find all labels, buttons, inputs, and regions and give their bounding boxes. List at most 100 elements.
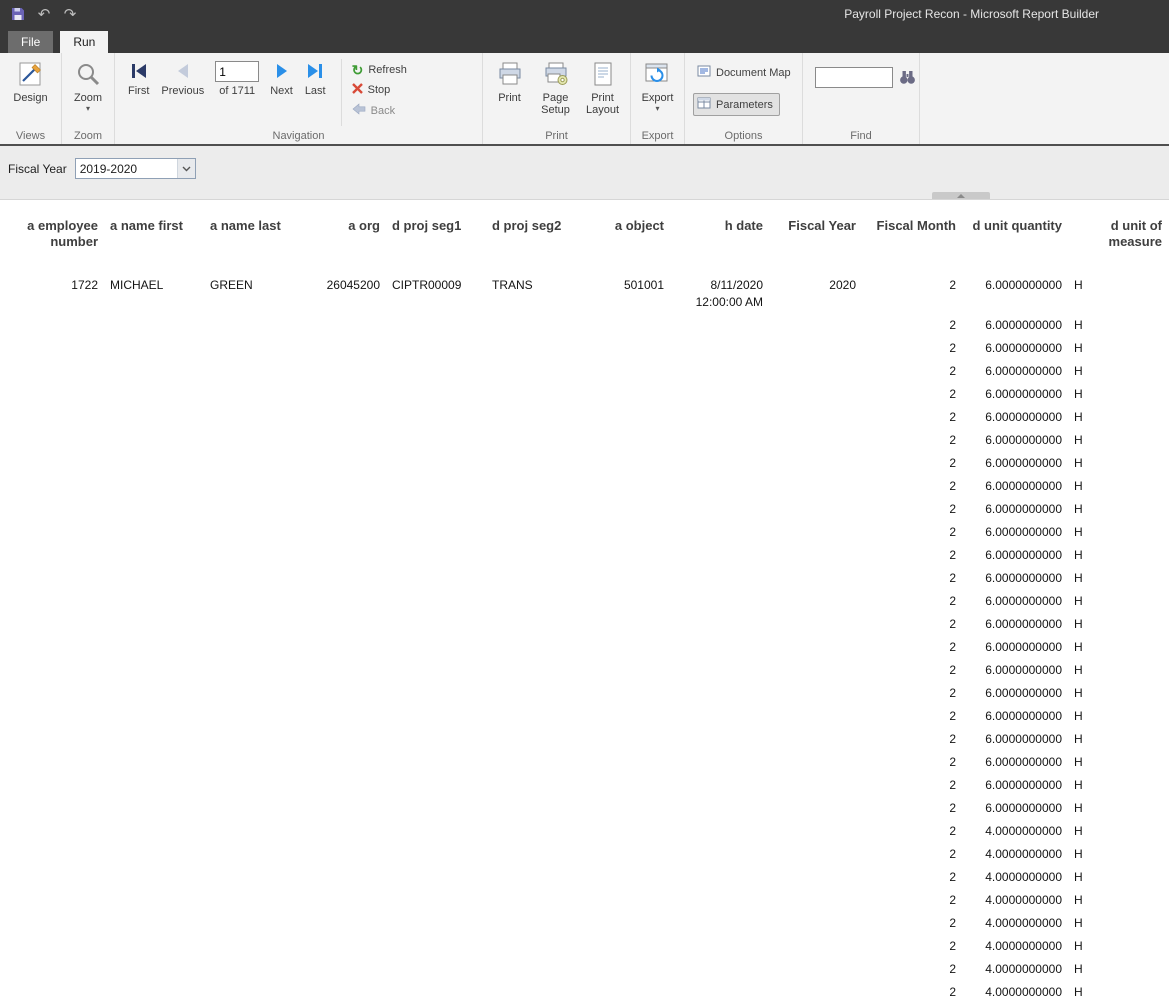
redo-button[interactable]: ↷ (60, 4, 80, 24)
parameters-splitter-collapse[interactable] (932, 192, 990, 199)
table-cell: H (1068, 429, 1168, 452)
ribbon-group-options: Document Map Parameters Options (685, 53, 803, 144)
print-button[interactable]: Print (488, 53, 532, 104)
table-cell (104, 590, 204, 613)
table-cell: H (1068, 912, 1168, 935)
table-cell (104, 521, 204, 544)
table-cell: 6.0000000000 (962, 705, 1068, 728)
table-cell (486, 889, 579, 912)
zoom-button[interactable]: Zoom ▾ (70, 53, 106, 113)
group-label-export: Export (631, 130, 684, 142)
table-cell (670, 429, 769, 452)
parameters-toggle[interactable]: Parameters (693, 93, 780, 116)
page-setup-button[interactable]: Page Setup (534, 53, 578, 116)
table-row: 26.0000000000H (8, 751, 1168, 774)
table-cell: 6.0000000000 (962, 274, 1068, 314)
table-row: 24.0000000000H (8, 843, 1168, 866)
table-cell: H (1068, 797, 1168, 820)
table-cell: 6.0000000000 (962, 314, 1068, 337)
design-icon (17, 58, 45, 90)
first-page-button[interactable]: First (123, 57, 154, 97)
table-cell (204, 912, 296, 935)
refresh-button[interactable]: ↻ Refresh (352, 63, 407, 77)
parameters-panel: Fiscal Year 2019-2020 (0, 146, 1169, 200)
table-cell: 2 (862, 406, 962, 429)
ribbon-group-print: Print Page Setup (483, 53, 631, 144)
table-cell: 2 (862, 521, 962, 544)
table-cell: 4.0000000000 (962, 843, 1068, 866)
next-page-button[interactable]: Next (265, 57, 298, 97)
back-button[interactable]: Back (352, 103, 407, 118)
print-layout-button[interactable]: Print Layout (580, 53, 626, 116)
table-cell: 2 (862, 613, 962, 636)
table-cell (386, 912, 486, 935)
table-cell: MICHAEL (104, 274, 204, 314)
table-cell (670, 705, 769, 728)
table-cell (670, 613, 769, 636)
table-cell (386, 820, 486, 843)
save-button[interactable] (8, 4, 28, 24)
tab-file[interactable]: File (8, 31, 53, 53)
table-cell (8, 728, 104, 751)
table-cell: 2 (862, 475, 962, 498)
table-cell: H (1068, 274, 1168, 314)
table-cell: 6.0000000000 (962, 682, 1068, 705)
last-page-button[interactable]: Last (300, 57, 331, 97)
table-cell: 2 (862, 751, 962, 774)
table-cell: H (1068, 682, 1168, 705)
table-cell: H (1068, 935, 1168, 958)
design-button[interactable]: Design (9, 53, 51, 104)
table-cell (386, 567, 486, 590)
table-cell (769, 314, 862, 337)
table-cell (8, 659, 104, 682)
table-cell (579, 935, 670, 958)
previous-page-button[interactable]: Previous (156, 57, 209, 97)
table-cell (296, 820, 386, 843)
table-cell (296, 682, 386, 705)
table-cell (296, 866, 386, 889)
table-cell: H (1068, 613, 1168, 636)
table-cell: H (1068, 521, 1168, 544)
table-cell (204, 337, 296, 360)
table-cell (579, 636, 670, 659)
table-cell (386, 544, 486, 567)
ribbon-tab-row: File Run (0, 28, 1169, 53)
table-cell: 4.0000000000 (962, 958, 1068, 981)
export-button[interactable]: Export ▾ (638, 53, 678, 113)
table-cell (386, 843, 486, 866)
table-cell (670, 314, 769, 337)
undo-button[interactable]: ↶ (34, 4, 54, 24)
table-cell: 2 (862, 705, 962, 728)
tab-run[interactable]: Run (60, 31, 108, 53)
table-cell: H (1068, 843, 1168, 866)
table-cell (296, 958, 386, 981)
table-cell (8, 912, 104, 935)
table-cell: 26045200 (296, 274, 386, 314)
table-cell (769, 498, 862, 521)
table-cell (670, 820, 769, 843)
fiscal-year-dropdown[interactable]: 2019-2020 (75, 158, 196, 179)
table-cell (486, 337, 579, 360)
stop-button[interactable]: Stop (352, 83, 407, 97)
page-number-input[interactable] (215, 61, 259, 82)
table-row: 26.0000000000H (8, 797, 1168, 820)
table-cell: 6.0000000000 (962, 567, 1068, 590)
table-row: 26.0000000000H (8, 406, 1168, 429)
table-cell: 4.0000000000 (962, 912, 1068, 935)
table-cell (204, 705, 296, 728)
table-cell (296, 360, 386, 383)
stop-icon (352, 83, 363, 97)
table-row: 26.0000000000H (8, 728, 1168, 751)
table-cell: 6.0000000000 (962, 429, 1068, 452)
find-input[interactable] (815, 67, 893, 88)
table-cell (204, 659, 296, 682)
table-cell (670, 682, 769, 705)
table-cell (579, 590, 670, 613)
table-cell (769, 337, 862, 360)
table-cell: H (1068, 360, 1168, 383)
table-cell (769, 383, 862, 406)
column-header: a name first (104, 216, 204, 274)
document-map-toggle[interactable]: Document Map (693, 61, 798, 84)
table-cell (486, 659, 579, 682)
table-cell: 6.0000000000 (962, 728, 1068, 751)
